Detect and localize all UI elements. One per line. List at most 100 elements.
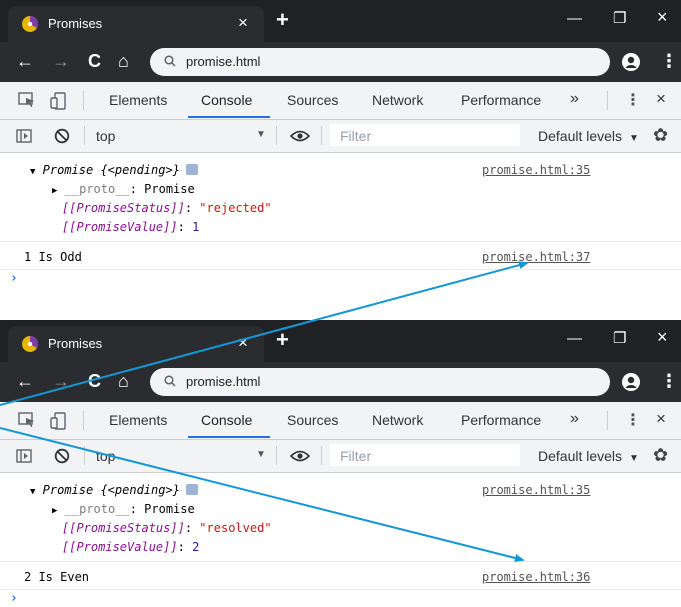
minimize-icon[interactable]: — — [567, 10, 582, 28]
value-value: 2 — [192, 540, 200, 554]
tab-network[interactable]: Network — [372, 92, 423, 108]
status-row: [[PromiseStatus]]: "rejected" — [62, 201, 272, 215]
console-output: ▼ Promise {<pending>} promise.html:35 ▶ … — [0, 153, 681, 286]
inspect-element-icon[interactable] — [18, 412, 36, 428]
reload-icon[interactable]: C — [88, 371, 101, 391]
restore-icon[interactable]: ❐ — [613, 10, 626, 28]
log-levels-dropdown[interactable]: Default levels ▼ — [538, 128, 639, 144]
info-icon — [185, 484, 198, 495]
devtools-tab-bar: Elements Console Sources Network Perform… — [0, 402, 681, 440]
row-divider — [0, 269, 681, 270]
collapse-triangle-icon: ▶ — [52, 186, 58, 196]
home-icon[interactable]: ⌂ — [118, 51, 129, 71]
profile-icon[interactable] — [622, 53, 640, 71]
chevron-down-icon[interactable]: ▼ — [256, 449, 266, 460]
source-link[interactable]: promise.html:35 — [482, 163, 590, 177]
home-icon[interactable]: ⌂ — [118, 371, 129, 391]
filter-input[interactable]: Filter — [330, 444, 520, 466]
forward-icon[interactable]: → — [52, 51, 70, 71]
divider — [321, 126, 322, 145]
expand-triangle-icon: ▼ — [30, 487, 36, 497]
tab-console[interactable]: Console — [201, 92, 252, 108]
console-prompt-icon[interactable]: › — [10, 271, 18, 286]
context-selector[interactable]: top — [96, 128, 115, 144]
log-levels-dropdown[interactable]: Default levels ▼ — [538, 448, 639, 464]
device-toolbar-icon[interactable] — [50, 92, 66, 110]
console-prompt-icon[interactable]: › — [10, 591, 18, 606]
tab-performance[interactable]: Performance — [461, 412, 541, 428]
inspect-element-icon[interactable] — [18, 92, 36, 108]
row-divider — [0, 561, 681, 562]
title-bar: Promises × + — ❐ × — [0, 320, 681, 362]
more-tabs-icon[interactable]: » — [570, 410, 579, 428]
back-icon[interactable]: ← — [16, 371, 34, 391]
show-sidebar-icon[interactable] — [16, 129, 32, 143]
devtools-close-icon[interactable]: × — [656, 409, 666, 429]
title-bar: Promises × + — ❐ × — [0, 0, 681, 42]
divider — [607, 411, 608, 430]
url-text: promise.html — [186, 374, 261, 389]
browser-tab[interactable]: Promises × — [8, 6, 264, 42]
show-sidebar-icon[interactable] — [16, 449, 32, 463]
source-link[interactable]: promise.html:36 — [482, 570, 590, 584]
console-settings-gear-icon[interactable]: ✿ — [653, 446, 668, 464]
minimize-icon[interactable]: — — [567, 330, 582, 348]
devtools-menu-icon[interactable]: ⋮ — [625, 410, 641, 430]
tab-console[interactable]: Console — [201, 412, 252, 428]
restore-icon[interactable]: ❐ — [613, 330, 626, 348]
promise-label: Promise {<pending>} — [42, 483, 180, 497]
profile-icon[interactable] — [622, 373, 640, 391]
proto-row[interactable]: ▶ __proto__: Promise — [52, 182, 195, 196]
tab-close-icon[interactable]: × — [238, 14, 248, 31]
value-key: [[PromiseValue]] — [62, 220, 178, 234]
devtools-menu-icon[interactable]: ⋮ — [625, 90, 641, 110]
promise-entry[interactable]: ▼ Promise {<pending>} — [30, 163, 198, 177]
value-row: [[PromiseValue]]: 2 — [62, 540, 200, 554]
tab-sources[interactable]: Sources — [287, 412, 338, 428]
tab-elements[interactable]: Elements — [109, 92, 167, 108]
tab-close-icon[interactable]: × — [238, 334, 248, 351]
clear-console-icon[interactable] — [54, 128, 70, 144]
new-tab-icon[interactable]: + — [276, 329, 289, 351]
tab-performance[interactable]: Performance — [461, 92, 541, 108]
proto-row[interactable]: ▶ __proto__: Promise — [52, 502, 195, 516]
filter-input[interactable]: Filter — [330, 124, 520, 146]
status-row: [[PromiseStatus]]: "resolved" — [62, 521, 272, 535]
more-tabs-icon[interactable]: » — [570, 90, 579, 108]
tab-network[interactable]: Network — [372, 412, 423, 428]
row-divider — [0, 589, 681, 590]
live-expression-eye-icon[interactable] — [290, 449, 310, 463]
forward-icon[interactable]: → — [52, 371, 70, 391]
filter-placeholder: Filter — [340, 128, 372, 144]
divider — [607, 91, 608, 110]
url-text: promise.html — [186, 54, 261, 69]
clear-console-icon[interactable] — [54, 448, 70, 464]
tab-elements[interactable]: Elements — [109, 412, 167, 428]
console-settings-gear-icon[interactable]: ✿ — [653, 126, 668, 144]
chevron-down-icon: ▼ — [628, 133, 639, 144]
new-tab-icon[interactable]: + — [276, 9, 289, 31]
reload-icon[interactable]: C — [88, 51, 101, 71]
collapse-triangle-icon: ▶ — [52, 506, 58, 516]
back-icon[interactable]: ← — [16, 51, 34, 71]
device-toolbar-icon[interactable] — [50, 412, 66, 430]
source-link[interactable]: promise.html:35 — [482, 483, 590, 497]
divider — [84, 446, 85, 465]
browser-toolbar: ← → C ⌂ promise.html ⋮ — [0, 362, 681, 402]
window-close-icon[interactable]: × — [657, 328, 668, 346]
source-link[interactable]: promise.html:37 — [482, 250, 590, 264]
value-row: [[PromiseValue]]: 1 — [62, 220, 200, 234]
context-selector[interactable]: top — [96, 448, 115, 464]
window-close-icon[interactable]: × — [657, 8, 668, 26]
tab-sources[interactable]: Sources — [287, 92, 338, 108]
live-expression-eye-icon[interactable] — [290, 129, 310, 143]
address-bar[interactable]: promise.html — [150, 48, 610, 76]
chevron-down-icon[interactable]: ▼ — [256, 129, 266, 140]
browser-tab[interactable]: Promises × — [8, 326, 264, 362]
browser-menu-icon[interactable]: ⋮ — [660, 371, 678, 391]
promise-entry[interactable]: ▼ Promise {<pending>} — [30, 483, 198, 497]
devtools-close-icon[interactable]: × — [656, 89, 666, 109]
browser-menu-icon[interactable]: ⋮ — [660, 51, 678, 71]
address-bar[interactable]: promise.html — [150, 368, 610, 396]
value-value: 1 — [192, 220, 200, 234]
